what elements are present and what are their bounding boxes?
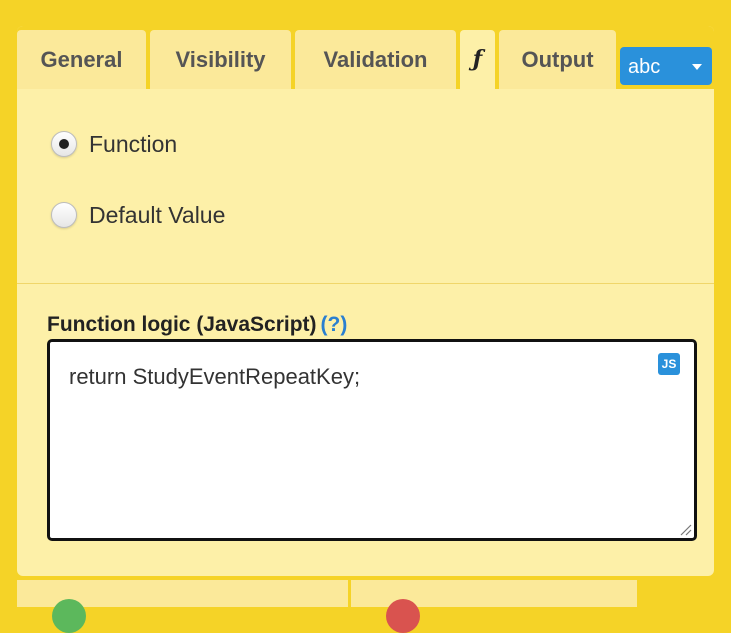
function-radio[interactable] xyxy=(51,131,77,157)
function-logic-label-text: Function logic (JavaScript) xyxy=(47,313,317,336)
tab-output[interactable]: Output xyxy=(499,30,616,89)
function-code-text[interactable]: return StudyEventRepeatKey; xyxy=(69,364,360,390)
default-value-radio-option[interactable]: Default Value xyxy=(51,199,225,231)
resize-handle-icon[interactable] xyxy=(678,522,692,536)
tab-visibility[interactable]: Visibility xyxy=(150,30,291,89)
default-value-radio[interactable] xyxy=(51,202,77,228)
tab-bar: General Visibility Validation ƒ Output a… xyxy=(17,26,714,89)
function-code-editor[interactable]: return StudyEventRepeatKey; JS xyxy=(47,339,697,541)
function-radio-label: Function xyxy=(89,130,178,157)
cancel-icon xyxy=(386,599,420,633)
field-type-dropdown-button[interactable]: abc xyxy=(620,47,712,85)
section-divider xyxy=(17,283,714,284)
field-settings-panel: General Visibility Validation ƒ Output a… xyxy=(17,26,714,576)
radio-selected-dot xyxy=(59,139,69,149)
field-type-label: abc xyxy=(628,56,661,78)
js-icon[interactable]: JS xyxy=(658,353,680,375)
tab-function[interactable]: ƒ xyxy=(460,30,495,89)
function-radio-option[interactable]: Function xyxy=(51,128,177,160)
function-logic-label: Function logic (JavaScript) (?) xyxy=(47,313,347,337)
default-value-radio-label: Default Value xyxy=(89,201,226,228)
tab-validation[interactable]: Validation xyxy=(295,30,456,89)
save-icon xyxy=(52,599,86,633)
help-link[interactable]: (?) xyxy=(321,313,348,336)
tab-general[interactable]: General xyxy=(17,30,146,89)
caret-down-icon xyxy=(692,64,702,70)
